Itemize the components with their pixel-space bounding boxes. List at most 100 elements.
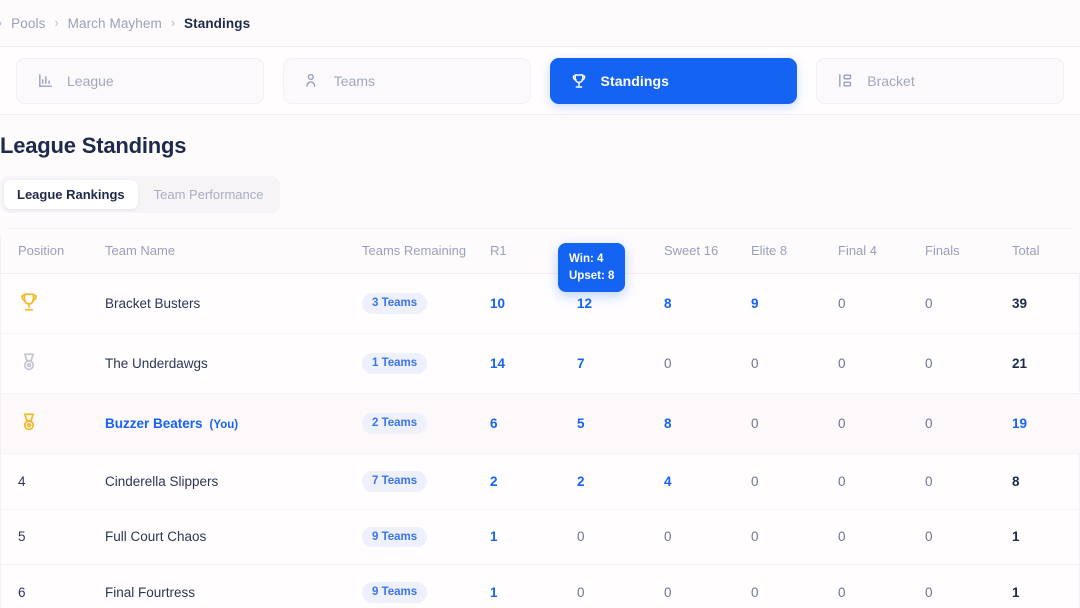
cell-team-name[interactable]: The Underdawgs [105, 333, 362, 394]
column-header-finals[interactable]: Finals [925, 229, 1012, 274]
cell-r1: 1 [490, 509, 577, 566]
cell-team-name[interactable]: Final Fourtress [105, 565, 362, 608]
score-value: 0 [751, 356, 759, 371]
cell-elite-8: 0 [751, 565, 838, 608]
cell-finals: 0 [925, 273, 1012, 334]
score-value: 0 [751, 529, 759, 545]
column-header-position[interactable]: Position [1, 229, 105, 274]
score-value: 0 [925, 416, 933, 431]
breadcrumb-separator-icon: › [54, 15, 59, 30]
total-value: 1 [1012, 529, 1020, 545]
cell-final-4: 0 [838, 453, 925, 510]
cell-r2: 2 [577, 453, 664, 510]
score-value: 0 [925, 529, 933, 545]
cell-position [1, 393, 105, 454]
cell-finals: 0 [925, 453, 1012, 510]
cell-sweet-16: 0 [664, 333, 751, 394]
you-badge: (You) [209, 419, 239, 431]
cell-elite-8: 0 [751, 453, 838, 510]
nav-tab-teams[interactable]: Teams [282, 57, 531, 104]
score-value: 0 [577, 529, 585, 545]
position-number: 4 [18, 473, 26, 489]
table-row[interactable]: Buzzer Beaters (You) 2 Teams 6 5 8 0 0 0 19 [1, 393, 1080, 454]
nav-tab-bracket[interactable]: Bracket [816, 57, 1064, 104]
column-header-team-name[interactable]: Team Name [105, 229, 362, 274]
score-value: 0 [751, 585, 759, 601]
score-value: 9 [751, 296, 759, 311]
score-value: 0 [664, 356, 672, 371]
cell-teams-remaining: 7 Teams [362, 453, 490, 510]
cell-final-4: 0 [838, 333, 925, 394]
column-header-elite-8[interactable]: Elite 8 [751, 229, 838, 274]
position-number: 6 [18, 585, 26, 601]
score-value: 0 [838, 416, 846, 431]
cell-r2: 0 [577, 509, 664, 566]
score-value: 0 [925, 585, 933, 601]
score-value: 2 [577, 473, 585, 489]
users-icon [303, 72, 321, 90]
breadcrumb-item-pools[interactable]: Pools [11, 16, 45, 31]
cell-team-name[interactable]: Cinderella Slippers [105, 453, 362, 510]
column-header-total[interactable]: Total [1012, 229, 1080, 274]
score-value: 4 [664, 473, 672, 489]
cell-r1: 6 [490, 393, 577, 454]
cell-final-4: 0 [838, 393, 925, 454]
column-header-teams-remaining[interactable]: Teams Remaining [362, 229, 490, 274]
nav-tab-standings[interactable]: Standings [549, 57, 798, 104]
trophy-icon [570, 72, 588, 90]
breadcrumb-separator-icon: › [170, 15, 176, 30]
breadcrumb-item-march-mayhem[interactable]: March Mayhem [68, 16, 162, 31]
tooltip-upset-label: Upset: 8 [569, 269, 615, 282]
cell-r2: 5 [577, 393, 664, 454]
column-header-final-4[interactable]: Final 4 [838, 229, 925, 274]
table-row[interactable]: Bracket Busters 3 Teams 10 12 8 9 0 0 39 [1, 273, 1080, 334]
table-row[interactable]: 4 Cinderella Slippers 7 Teams 2 2 4 0 0 0 8 [1, 453, 1080, 510]
score-value: 6 [490, 416, 498, 431]
team-name-label: Cinderella Slippers [105, 473, 219, 489]
cell-team-name[interactable]: Full Court Chaos [105, 509, 362, 566]
table-row[interactable]: The Underdawgs 1 Teams 14 7 0 0 0 0 21 [1, 333, 1080, 394]
standings-sub-tabs: League Rankings Team Performance [0, 176, 281, 213]
cell-elite-8: 9 [751, 273, 838, 334]
team-name-label: Buzzer Beaters [105, 416, 203, 431]
cell-team-name[interactable]: Buzzer Beaters (You) [105, 393, 362, 454]
teams-remaining-badge: 2 Teams [362, 413, 428, 434]
score-value: 0 [925, 296, 933, 311]
cell-r1: 2 [490, 453, 577, 510]
team-name-label: Bracket Busters [105, 296, 201, 311]
total-value: 8 [1012, 473, 1020, 489]
table-row[interactable]: 5 Full Court Chaos 9 Teams 1 0 0 0 0 0 1 [1, 509, 1080, 566]
score-value: 5 [577, 416, 585, 431]
nav-tab-label: Standings [600, 72, 670, 89]
teams-remaining-badge: 3 Teams [362, 293, 428, 314]
tab-league-rankings[interactable]: League Rankings [4, 180, 138, 209]
round-tooltip: Win: 4 Upset: 8 [558, 243, 626, 293]
total-value: 21 [1012, 356, 1028, 371]
cell-r2: 7 [577, 333, 664, 394]
nav-tab-label: Bracket [867, 72, 915, 89]
cell-final-4: 0 [838, 509, 925, 566]
column-header-sweet-16[interactable]: Sweet 16 [664, 229, 751, 274]
score-value: 7 [577, 356, 585, 371]
bracket-icon [836, 72, 854, 90]
cell-elite-8: 0 [751, 333, 838, 394]
cell-position: 6 [1, 565, 105, 608]
cell-teams-remaining: 9 Teams [362, 509, 490, 566]
score-value: 1 [490, 529, 498, 545]
score-value: 0 [838, 585, 846, 601]
table-row[interactable]: 6 Final Fourtress 9 Teams 1 0 0 0 0 0 1 [1, 565, 1080, 608]
team-name-label: Full Court Chaos [105, 529, 207, 545]
cell-r1: 1 [490, 565, 577, 608]
cell-final-4: 0 [838, 565, 925, 608]
score-value: 0 [577, 585, 585, 601]
score-value: 12 [577, 296, 593, 311]
nav-tab-league[interactable]: League [16, 57, 264, 104]
cell-team-name[interactable]: Bracket Busters [105, 273, 362, 334]
gold-trophy-icon [18, 293, 40, 316]
cell-total: 21 [1012, 333, 1080, 394]
position-number: 5 [18, 529, 26, 545]
total-value: 39 [1012, 296, 1028, 311]
cell-total: 39 [1012, 273, 1080, 334]
cell-sweet-16: 0 [664, 565, 751, 608]
tab-team-performance[interactable]: Team Performance [141, 180, 277, 209]
